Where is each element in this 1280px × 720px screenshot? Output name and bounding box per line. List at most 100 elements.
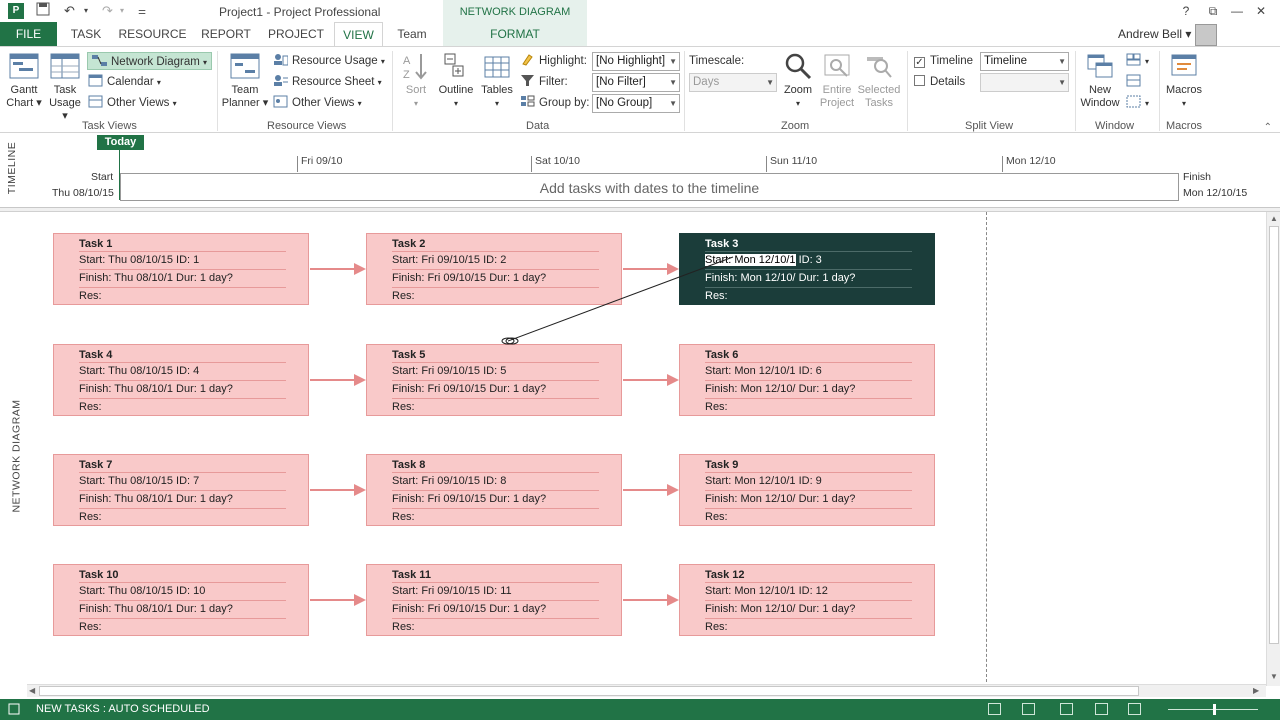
task-usage-button[interactable]: Task Usage ▾ (46, 51, 84, 123)
gantt-chart-label-1: Gantt (10, 84, 38, 96)
hide-window-button[interactable] (1126, 73, 1145, 91)
network-diagram-button[interactable]: Network Diagram ▾ (87, 52, 212, 70)
filter-dropdown[interactable]: [No Filter] ▼ (592, 73, 680, 92)
network-diagram-pane[interactable]: NETWORK DIAGRAM Task 1 Start: Thu 08/10/… (0, 212, 1280, 686)
tab-team[interactable]: Team (388, 22, 436, 46)
vertical-scroll-thumb[interactable] (1269, 226, 1279, 644)
customize-toolbar-icon[interactable]: ⚌ (138, 2, 146, 20)
timeline-bar[interactable]: Add tasks with dates to the timeline (120, 173, 1179, 201)
other-views-resource-label: Other Views (292, 97, 355, 109)
tables-button[interactable]: Tables ▾ (478, 51, 516, 110)
project-app-icon[interactable]: P (8, 3, 24, 19)
macros-label: Macros (1165, 84, 1203, 96)
collapse-ribbon-icon[interactable]: ⌃ (1264, 122, 1272, 133)
chevron-down-icon: ▼ (669, 57, 677, 66)
selected-tasks-label-2: Tasks (864, 97, 894, 109)
outline-button[interactable]: Outline ▾ (436, 51, 476, 110)
timescale-value: Days (693, 76, 720, 88)
timeline-pane[interactable]: TIMELINE Today Fri 09/10 Sat 10/10 Sun 1… (0, 134, 1280, 208)
gantt-view-icon[interactable] (1022, 703, 1035, 715)
group-divider (217, 51, 218, 131)
network-view-icon[interactable] (1060, 703, 1073, 715)
user-name[interactable]: Andrew Bell ▾ (1118, 27, 1191, 41)
close-button[interactable]: ✕ (1251, 2, 1271, 20)
tab-resource[interactable]: RESOURCE (115, 22, 190, 46)
timeline-checkbox[interactable]: ✓ Timeline (914, 53, 973, 69)
save-icon[interactable] (36, 2, 50, 21)
title-bar: P ↶ ▾ ↷ ▾ ⚌ Project1 - Project Professio… (0, 0, 1280, 42)
new-tasks-mode[interactable]: NEW TASKS : AUTO SCHEDULED (36, 703, 210, 715)
other-views-resource-button[interactable]: Other Views ▾ (273, 94, 362, 112)
help-button[interactable]: ? (1176, 2, 1196, 20)
resource-usage-icon (273, 53, 289, 66)
resource-sheet-button[interactable]: Resource Sheet ▾ (273, 73, 382, 91)
resource-usage-button[interactable]: Resource Usage ▾ (273, 52, 385, 70)
resource-sheet-icon (273, 74, 288, 87)
split-view-group-label: Split View (965, 120, 1014, 132)
tab-file[interactable]: FILE (0, 22, 57, 46)
group-by-icon (520, 95, 535, 108)
timeline-finish-label: Finish (1183, 171, 1212, 183)
tab-project[interactable]: PROJECT (262, 22, 330, 46)
timeline-vertical-label: TIMELINE (6, 141, 19, 195)
other-views-task-button[interactable]: Other Views ▾ (88, 94, 177, 112)
calendar-button[interactable]: Calendar ▾ (88, 73, 161, 91)
timeline-tick: Fri 09/10 (297, 156, 342, 172)
avatar[interactable] (1195, 24, 1217, 46)
switch-windows-button[interactable]: ▾ (1126, 94, 1149, 112)
group-divider (907, 51, 908, 131)
undo-dropdown-icon[interactable]: ▾ (84, 2, 88, 20)
redo-icon[interactable]: ↷ (102, 2, 113, 20)
horizontal-scrollbar[interactable]: ◀ ▶ (27, 684, 1266, 697)
highlight-dropdown[interactable]: [No Highlight] ▼ (592, 52, 680, 71)
resource-sheet-view-icon[interactable] (1095, 703, 1108, 715)
zoom-slider-thumb[interactable] (1213, 704, 1216, 715)
team-planner-button[interactable]: Team Planner ▾ (221, 51, 269, 110)
macros-button[interactable]: Macros ▾ (1163, 51, 1205, 110)
timeline-dropdown[interactable]: Timeline ▼ (980, 52, 1069, 71)
filter-value: [No Filter] (596, 76, 646, 88)
details-checkbox[interactable]: Details (914, 74, 965, 90)
timeline-tick: Sat 10/10 (531, 156, 580, 172)
tab-format[interactable]: FORMAT (443, 22, 587, 46)
arrange-all-button[interactable]: ▾ (1126, 52, 1149, 70)
scroll-left-icon[interactable]: ◀ (29, 686, 35, 695)
details-dropdown[interactable]: ▼ (980, 73, 1069, 92)
sort-button[interactable]: AZ Sort ▾ (398, 51, 434, 110)
scroll-up-icon[interactable]: ▲ (1270, 214, 1278, 223)
report-view-icon[interactable] (1128, 703, 1141, 715)
selected-tasks-button[interactable]: Selected Tasks (857, 51, 901, 110)
entire-project-button[interactable]: Entire Project (818, 51, 856, 110)
drag-link-line (507, 256, 734, 342)
tab-view[interactable]: VIEW (334, 22, 383, 46)
chevron-down-icon: ▼ (669, 99, 677, 108)
minimize-button[interactable]: — (1227, 2, 1247, 20)
tab-report[interactable]: REPORT (195, 22, 257, 46)
task-usage-label-1: Task (53, 84, 77, 96)
scroll-right-icon[interactable]: ▶ (1253, 686, 1259, 695)
group-by-value: [No Group] (596, 97, 653, 109)
gantt-chart-label-2: Chart (6, 97, 34, 109)
task-usage-view-icon[interactable] (988, 703, 1001, 715)
window-title: Project1 - Project Professional (219, 5, 381, 19)
scroll-down-icon[interactable]: ▼ (1270, 672, 1278, 681)
undo-icon[interactable]: ↶ (64, 2, 75, 20)
selected-tasks-icon (867, 57, 892, 78)
highlight-value: [No Highlight] (596, 55, 666, 67)
task-views-group-label: Task Views (82, 120, 137, 132)
new-window-button[interactable]: New Window (1078, 51, 1122, 110)
tab-task[interactable]: TASK (62, 22, 110, 46)
zoom-button[interactable]: Zoom ▾ (780, 51, 816, 110)
new-window-label-2: Window (1080, 97, 1120, 109)
horizontal-scroll-thumb[interactable] (39, 686, 1139, 696)
timeline-start-label: Start (91, 171, 114, 183)
gantt-chart-icon (9, 53, 39, 79)
timescale-dropdown[interactable]: Days ▼ (689, 73, 777, 92)
redo-dropdown-icon[interactable]: ▾ (120, 2, 124, 20)
vertical-scrollbar[interactable]: ▲ ▼ (1266, 212, 1280, 686)
gantt-chart-button[interactable]: Gantt Chart ▾ (4, 51, 44, 110)
ribbon-display-button[interactable]: ⧉ (1203, 2, 1223, 20)
other-views-task-label: Other Views (107, 97, 170, 109)
group-by-dropdown[interactable]: [No Group] ▼ (592, 94, 680, 113)
page-break-line (986, 212, 987, 682)
